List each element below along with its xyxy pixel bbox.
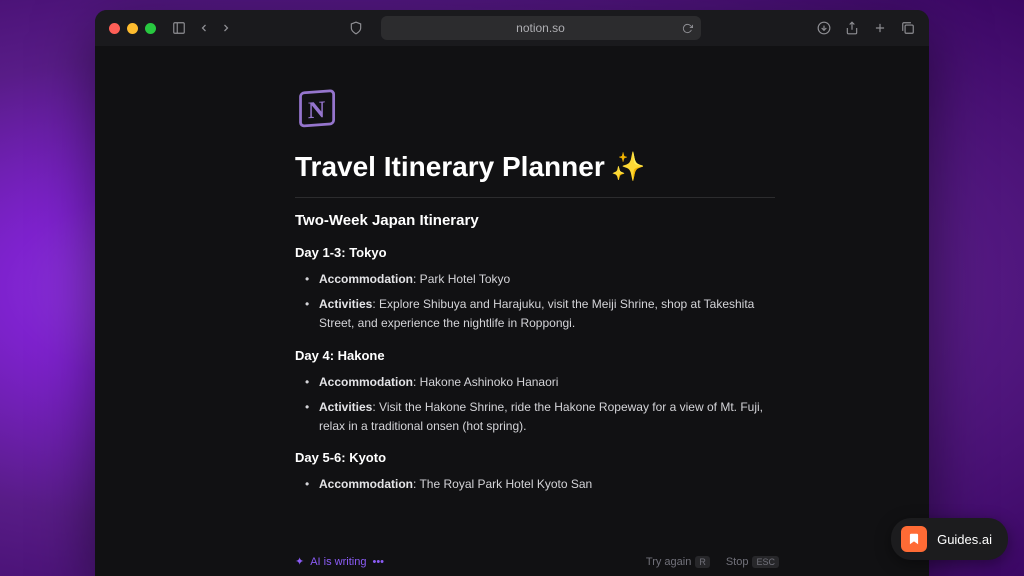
browser-window: notion.so N — [95, 10, 929, 576]
reload-icon[interactable] — [682, 23, 693, 34]
activities-label: Activities — [319, 297, 372, 311]
list-item[interactable]: Accommodation: Hakone Ashinoko Hanaori — [311, 373, 775, 392]
url-text: notion.so — [516, 21, 565, 35]
list-item[interactable]: Activities: Visit the Hakone Shrine, rid… — [311, 398, 775, 436]
day-heading[interactable]: Day 4: Hakone — [295, 348, 775, 363]
day-section: Day 5-6: Kyoto Accommodation: The Royal … — [295, 450, 775, 494]
key-hint: R — [695, 556, 710, 568]
day-section: Day 1-3: Tokyo Accommodation: Park Hotel… — [295, 245, 775, 334]
activities-value: : Explore Shibuya and Harajuku, visit th… — [319, 297, 754, 330]
maximize-window-button[interactable] — [145, 23, 156, 34]
ai-status-bar: ✦ AI is writing ••• Try againR StopESC — [295, 547, 779, 576]
divider — [295, 197, 775, 198]
bookmark-icon — [901, 526, 927, 552]
traffic-lights — [109, 23, 156, 34]
accommodation-value: : Hakone Ashinoko Hanaori — [413, 375, 558, 389]
browser-toolbar: notion.so — [95, 10, 929, 46]
day-section: Day 4: Hakone Accommodation: Hakone Ashi… — [295, 348, 775, 437]
sparkle-icon: ✦ — [295, 555, 304, 568]
key-hint: ESC — [752, 556, 779, 568]
accommodation-value: : Park Hotel Tokyo — [413, 272, 510, 286]
activities-value: : Visit the Hakone Shrine, ride the Hako… — [319, 400, 763, 433]
ai-writing-text: AI is writing — [310, 556, 366, 568]
new-tab-icon[interactable] — [873, 21, 887, 35]
accommodation-value: : The Royal Park Hotel Kyoto San — [413, 477, 592, 491]
close-window-button[interactable] — [109, 23, 120, 34]
page-title-text: Travel Itinerary Planner — [295, 151, 605, 183]
accommodation-label: Accommodation — [319, 375, 413, 389]
list-item[interactable]: Accommodation: Park Hotel Tokyo — [311, 270, 775, 289]
day-heading[interactable]: Day 1-3: Tokyo — [295, 245, 775, 260]
accommodation-label: Accommodation — [319, 272, 413, 286]
sparkles-icon: ✨ — [611, 150, 646, 183]
minimize-window-button[interactable] — [127, 23, 138, 34]
svg-text:N: N — [308, 97, 325, 124]
back-button[interactable] — [198, 22, 210, 34]
tabs-icon[interactable] — [901, 21, 915, 35]
guides-badge[interactable]: Guides.ai — [891, 518, 1008, 560]
forward-button[interactable] — [220, 22, 232, 34]
page-title[interactable]: Travel Itinerary Planner ✨ — [295, 150, 775, 183]
day-heading[interactable]: Day 5-6: Kyoto — [295, 450, 775, 465]
page-content-area: N Travel Itinerary Planner ✨ Two-Week Ja… — [95, 46, 929, 576]
subtitle[interactable]: Two-Week Japan Itinerary — [295, 212, 775, 229]
share-icon[interactable] — [845, 21, 859, 35]
accommodation-label: Accommodation — [319, 477, 413, 491]
try-again-button[interactable]: Try againR — [646, 556, 710, 568]
ai-writing-status: ✦ AI is writing ••• — [295, 555, 384, 568]
address-bar[interactable]: notion.so — [381, 16, 701, 40]
activities-label: Activities — [319, 400, 372, 414]
list-item[interactable]: Activities: Explore Shibuya and Harajuku… — [311, 295, 775, 333]
sidebar-toggle-icon[interactable] — [172, 21, 186, 35]
loading-dots: ••• — [372, 556, 384, 568]
shield-icon[interactable] — [349, 21, 363, 35]
list-item[interactable]: Accommodation: The Royal Park Hotel Kyot… — [311, 475, 775, 494]
stop-button[interactable]: StopESC — [726, 556, 779, 568]
downloads-icon[interactable] — [817, 21, 831, 35]
notion-logo-icon: N — [295, 86, 341, 132]
guides-label: Guides.ai — [937, 532, 992, 547]
